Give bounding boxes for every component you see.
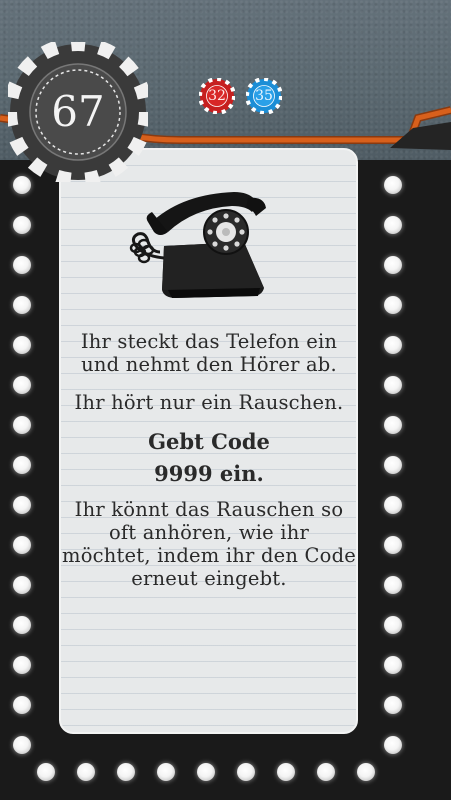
light-bulb-icon xyxy=(13,576,31,594)
light-bulb-icon xyxy=(237,763,255,781)
light-bulb-icon xyxy=(13,536,31,554)
light-bulb-icon xyxy=(13,256,31,274)
light-bulb-icon xyxy=(384,176,402,194)
light-bulb-icon xyxy=(384,656,402,674)
light-bulb-icon xyxy=(277,763,295,781)
light-bulb-icon xyxy=(384,536,402,554)
light-bulb-icon xyxy=(357,763,375,781)
light-bulb-icon xyxy=(384,256,402,274)
code-instruction-line2: 9999 ein. xyxy=(154,461,264,486)
light-bulb-icon xyxy=(117,763,135,781)
light-bulb-icon xyxy=(384,736,402,754)
light-bulb-icon xyxy=(77,763,95,781)
game-card: Ihr steckt das Telefon ein und nehmt den… xyxy=(0,0,451,800)
light-bulb-icon xyxy=(384,416,402,434)
light-bulb-icon xyxy=(13,376,31,394)
rotary-telephone-icon xyxy=(129,192,266,298)
light-bulb-icon xyxy=(197,763,215,781)
light-bulb-icon xyxy=(384,456,402,474)
light-bulb-icon xyxy=(384,696,402,714)
light-bulb-icon xyxy=(384,216,402,234)
light-bulb-icon xyxy=(13,296,31,314)
light-bulb-icon xyxy=(13,696,31,714)
light-bulb-icon xyxy=(13,736,31,754)
reference-number-red: 32 xyxy=(208,88,226,104)
light-bulb-icon xyxy=(13,336,31,354)
light-bulb-icon xyxy=(384,496,402,514)
light-bulb-icon xyxy=(13,216,31,234)
light-bulb-icon xyxy=(317,763,335,781)
light-bulb-icon xyxy=(13,496,31,514)
light-bulb-icon xyxy=(13,656,31,674)
card-text: Ihr steckt das Telefon ein und nehmt den… xyxy=(62,330,356,590)
light-bulb-icon xyxy=(157,763,175,781)
intro-text: Ihr steckt das Telefon ein und nehmt den… xyxy=(80,330,338,376)
replay-text: Ihr könnt das Rauschen so oft anhören, w… xyxy=(62,498,357,590)
card-number: 67 xyxy=(51,87,105,136)
light-bulb-icon xyxy=(384,576,402,594)
light-bulb-icon xyxy=(13,456,31,474)
light-bulb-icon xyxy=(37,763,55,781)
light-bulb-icon xyxy=(13,416,31,434)
reference-number-blue: 35 xyxy=(255,88,273,104)
light-bulb-icon xyxy=(384,376,402,394)
light-bulb-icon xyxy=(384,336,402,354)
light-bulb-icon xyxy=(384,296,402,314)
light-bulb-icon xyxy=(384,616,402,634)
noise-text: Ihr hört nur ein Rauschen. xyxy=(74,391,344,414)
code-instruction-line1: Gebt Code xyxy=(148,429,270,454)
light-bulb-icon xyxy=(13,616,31,634)
